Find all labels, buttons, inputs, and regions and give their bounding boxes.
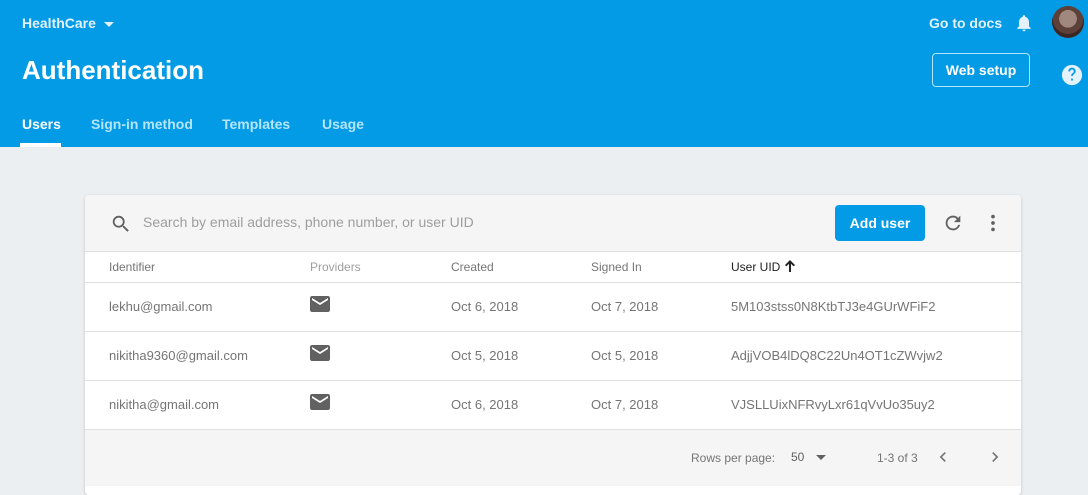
mail-icon bbox=[310, 394, 330, 410]
user-avatar[interactable] bbox=[1052, 6, 1084, 38]
more-vert-icon[interactable] bbox=[982, 212, 1004, 234]
tab-bar: Users Sign-in method Templates Usage bbox=[0, 108, 600, 147]
mail-icon bbox=[310, 345, 330, 361]
tab-users[interactable]: Users bbox=[22, 116, 61, 132]
created-cell: Oct 6, 2018 bbox=[451, 397, 519, 412]
help-icon[interactable] bbox=[1061, 64, 1083, 86]
go-to-docs-link[interactable]: Go to docs bbox=[929, 13, 1002, 33]
column-header-providers: Providers bbox=[310, 260, 361, 274]
signed-in-cell: Oct 5, 2018 bbox=[591, 348, 659, 363]
column-header-user-uid[interactable]: User UID bbox=[731, 260, 780, 274]
tab-sign-in-method[interactable]: Sign-in method bbox=[91, 116, 193, 132]
created-cell: Oct 5, 2018 bbox=[451, 348, 519, 363]
chevron-down-icon bbox=[816, 454, 827, 460]
tab-templates[interactable]: Templates bbox=[222, 116, 290, 132]
table-row[interactable]: lekhu@gmail.com Oct 6, 2018 Oct 7, 2018 … bbox=[85, 283, 1021, 332]
table-header: Identifier Providers Created Signed In U… bbox=[85, 252, 1021, 283]
chevron-right-icon[interactable] bbox=[985, 447, 1005, 467]
users-card: Add user Identifier Providers Created Si… bbox=[85, 195, 1021, 495]
search-icon bbox=[112, 215, 129, 232]
add-user-button[interactable]: Add user bbox=[835, 205, 925, 241]
active-tab-indicator bbox=[20, 143, 61, 147]
project-switcher[interactable]: HealthCare bbox=[22, 13, 114, 33]
column-header-created[interactable]: Created bbox=[451, 260, 494, 274]
user-uid-cell: VJSLLUixNFRvyLxr61qVvUo35uy2 bbox=[731, 397, 935, 412]
created-cell: Oct 6, 2018 bbox=[451, 299, 519, 314]
page-title: Authentication bbox=[22, 55, 204, 85]
table-row[interactable]: nikitha@gmail.com Oct 6, 2018 Oct 7, 201… bbox=[85, 381, 1021, 430]
signed-in-cell: Oct 7, 2018 bbox=[591, 299, 659, 314]
table-pagination: Rows per page: 50 1-3 of 3 bbox=[85, 430, 1021, 486]
rows-per-page-value: 50 bbox=[791, 450, 805, 464]
web-setup-button[interactable]: Web setup bbox=[932, 53, 1030, 87]
rows-per-page-label: Rows per page: bbox=[691, 451, 776, 465]
chevron-down-icon bbox=[103, 21, 114, 27]
signed-in-cell: Oct 7, 2018 bbox=[591, 397, 659, 412]
refresh-icon[interactable] bbox=[942, 212, 964, 234]
page-range: 1-3 of 3 bbox=[877, 451, 918, 465]
table-row[interactable]: nikitha9360@gmail.com Oct 5, 2018 Oct 5,… bbox=[85, 332, 1021, 381]
identifier-cell: nikitha@gmail.com bbox=[109, 397, 220, 412]
identifier-cell: lekhu@gmail.com bbox=[109, 299, 213, 314]
chevron-left-icon[interactable] bbox=[933, 447, 953, 467]
mail-icon bbox=[310, 296, 330, 312]
column-header-identifier[interactable]: Identifier bbox=[109, 260, 155, 274]
user-uid-cell: 5M103stss0N8KtbTJ3e4GUrWFiF2 bbox=[731, 299, 936, 314]
notifications-bell-icon[interactable] bbox=[1014, 13, 1034, 33]
tab-usage[interactable]: Usage bbox=[322, 116, 364, 132]
identifier-cell: nikitha9360@gmail.com bbox=[109, 348, 248, 363]
project-name: HealthCare bbox=[22, 15, 96, 31]
search-input[interactable] bbox=[143, 211, 663, 233]
users-toolbar: Add user bbox=[85, 195, 1021, 252]
column-header-signed-in[interactable]: Signed In bbox=[591, 260, 642, 274]
app-header: HealthCare Go to docs Authentication Web… bbox=[0, 0, 1088, 147]
rows-per-page-select[interactable]: 50 bbox=[791, 446, 827, 468]
user-uid-cell: AdjjVOB4lDQ8C22Un4OT1cZWvjw2 bbox=[731, 348, 943, 363]
sort-ascending-icon[interactable] bbox=[784, 259, 796, 273]
